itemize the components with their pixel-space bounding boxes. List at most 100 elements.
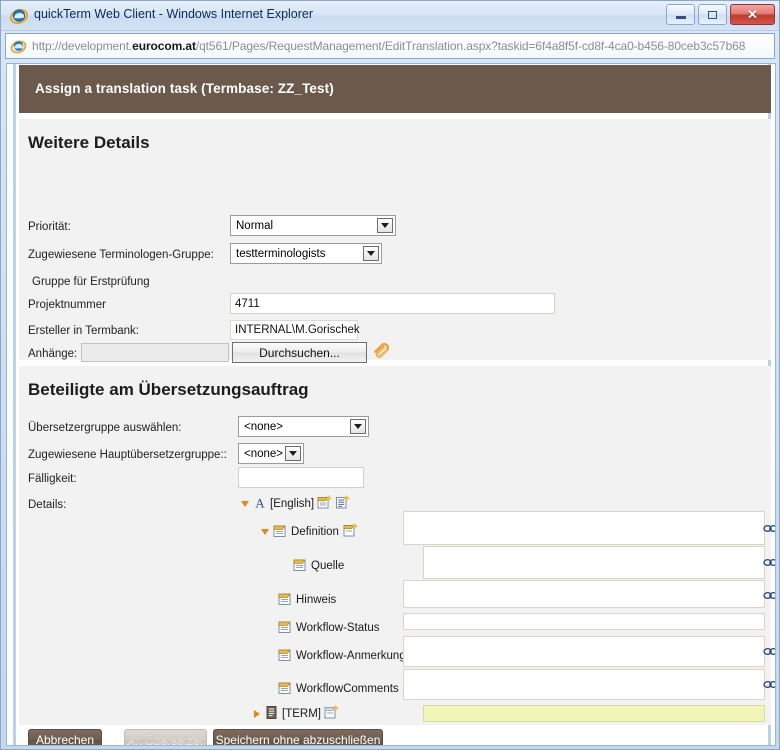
label-ersteller: Ersteller in Termbank: <box>28 325 139 337</box>
note-icon <box>278 619 293 637</box>
tree-node-workflow-status[interactable]: Workflow-Status <box>264 619 380 637</box>
tree-node-label: Hinweis <box>296 594 337 606</box>
creator-value: INTERNAL\M.Gorischek <box>230 320 360 340</box>
beteiligte-panel: Beteiligte am Übersetzungsauftrag Überse… <box>19 366 775 725</box>
window-controls: ✕ <box>666 4 775 25</box>
due-date-input[interactable] <box>238 467 364 488</box>
section-heading-weitere-details: Weitere Details <box>28 133 150 152</box>
tree-node-label: Workflow-Status <box>296 622 380 634</box>
tree-node-label: Workflow-Anmerkungen <box>296 650 419 662</box>
label-uebersetzergruppe: Übersetzergruppe auswählen: <box>28 422 182 434</box>
internet-explorer-icon <box>9 6 29 26</box>
twisty-none-icon <box>264 684 275 695</box>
link-icon[interactable] <box>763 678 775 691</box>
label-anhaenge: Anhänge: <box>28 348 78 360</box>
note-icon <box>273 523 288 541</box>
maximize-button[interactable] <box>698 4 727 25</box>
tree-node-english[interactable]: A [English] <box>239 494 351 513</box>
chevron-down-icon <box>377 218 393 233</box>
translator-group-select[interactable]: <none> <box>238 416 369 437</box>
tree-node-quelle[interactable]: Quelle <box>279 557 344 575</box>
quelle-input[interactable] <box>423 546 765 579</box>
save-without-finishing-button[interactable]: Speichern ohne abzuschließen <box>213 729 383 745</box>
term-input[interactable] <box>423 705 765 722</box>
browser-window: quickTerm Web Client - Windows Internet … <box>0 0 780 750</box>
tree-node-term[interactable]: [TERM] <box>251 704 340 723</box>
tree-node-label: Quelle <box>311 560 345 572</box>
twisty-expanded-icon[interactable] <box>259 527 270 538</box>
twisty-none-icon <box>279 561 290 572</box>
window-title: quickTerm Web Client - Windows Internet … <box>34 7 314 21</box>
note-icon <box>278 591 293 609</box>
note-add-icon[interactable] <box>343 522 359 541</box>
url-prefix: http://development. <box>32 39 133 53</box>
tree-node-label: WorkflowComments <box>296 683 399 695</box>
main-translator-group-select[interactable]: <none> <box>238 443 304 464</box>
label-faelligkeit: Fälligkeit: <box>28 473 77 485</box>
title-bar: quickTerm Web Client - Windows Internet … <box>1 1 779 31</box>
section-heading-beteiligte: Beteiligte am Übersetzungsauftrag <box>28 380 309 399</box>
note-icon <box>293 557 308 575</box>
note-add-icon[interactable] <box>324 704 340 723</box>
page-content: Assign a translation task (Termbase: ZZ_… <box>13 64 775 745</box>
tree-node-workflow-comments[interactable]: WorkflowComments <box>264 680 399 698</box>
address-bar-ie-icon <box>10 38 27 55</box>
tree-node-label: Definition <box>291 526 339 538</box>
label-projektnummer: Projektnummer <box>28 299 106 311</box>
tree-node-definition[interactable]: Definition <box>259 522 359 541</box>
link-icon[interactable] <box>763 645 775 658</box>
workflow-status-input[interactable] <box>403 613 765 630</box>
link-icon[interactable] <box>763 589 775 602</box>
twisty-collapsed-icon[interactable] <box>251 709 262 720</box>
address-bar-url: http://development.eurocom.at/qt561/Page… <box>32 39 745 53</box>
project-number-value: 4711 <box>235 297 260 310</box>
close-icon: ✕ <box>747 7 758 22</box>
chevron-down-icon <box>350 419 366 434</box>
hinweis-input[interactable] <box>403 580 765 608</box>
browse-button[interactable]: Durchsuchen... <box>232 342 367 363</box>
close-button[interactable]: ✕ <box>730 4 775 25</box>
terminologist-group-select-value: testterminologists <box>236 247 326 260</box>
creator-text: INTERNAL\M.Gorischek <box>235 324 360 336</box>
priority-select[interactable]: Normal <box>230 215 396 236</box>
main-translator-group-select-value: <none> <box>244 447 284 460</box>
definition-input[interactable] <box>403 511 765 545</box>
cancel-button[interactable]: Abbrechen <box>28 729 102 745</box>
note-icon <box>278 680 293 698</box>
address-bar[interactable]: http://development.eurocom.at/qt561/Page… <box>5 33 775 59</box>
link-icon[interactable] <box>763 556 775 569</box>
weitere-details-panel: Weitere Details Priorität: Normal Zugewi… <box>19 119 771 363</box>
maximize-icon <box>708 10 717 19</box>
terminologist-group-select[interactable]: testterminologists <box>230 243 382 264</box>
twisty-none-icon <box>264 651 275 662</box>
link-icon[interactable] <box>763 522 775 535</box>
label-details: Details: <box>28 499 67 511</box>
svg-text:A: A <box>255 496 265 510</box>
label-prioritaet: Priorität: <box>28 221 71 233</box>
note-icon <box>278 647 293 665</box>
twisty-none-icon <box>264 623 275 634</box>
tree-node-hinweis[interactable]: Hinweis <box>264 591 336 609</box>
paperclip-icon[interactable] <box>372 342 390 365</box>
twisty-none-icon <box>264 595 275 606</box>
attachment-file-input[interactable] <box>81 343 229 362</box>
note-add-icon[interactable] <box>317 494 333 513</box>
label-hauptuebersetzergruppe: Zugewiesene Hauptübersetzergruppe:: <box>28 449 227 461</box>
term-icon <box>265 705 279 723</box>
chevron-down-icon <box>363 246 379 261</box>
page-banner: Assign a translation task (Termbase: ZZ_… <box>19 65 771 113</box>
project-number-input[interactable]: 4711 <box>230 293 555 314</box>
tree-node-workflow-anmerkungen[interactable]: Workflow-Anmerkungen <box>264 647 419 665</box>
list-add-icon[interactable] <box>335 494 351 513</box>
label-terminologen-gruppe: Zugewiesene Terminologen-Gruppe: <box>28 249 214 261</box>
tree-node-label: [English] <box>270 498 315 510</box>
note-erstpruefung: Gruppe für Erstprüfung <box>32 276 150 288</box>
workflow-anmerkungen-input[interactable] <box>403 636 765 667</box>
minimize-button[interactable] <box>666 4 695 25</box>
workflow-comments-input[interactable] <box>403 669 765 700</box>
twisty-expanded-icon[interactable] <box>239 499 250 510</box>
page-viewport: Assign a translation task (Termbase: ZZ_… <box>6 63 776 746</box>
to-translator-button: An Übersetzer <box>124 729 207 745</box>
page-title: Assign a translation task (Termbase: ZZ_… <box>35 81 334 96</box>
priority-select-value: Normal <box>236 219 274 232</box>
